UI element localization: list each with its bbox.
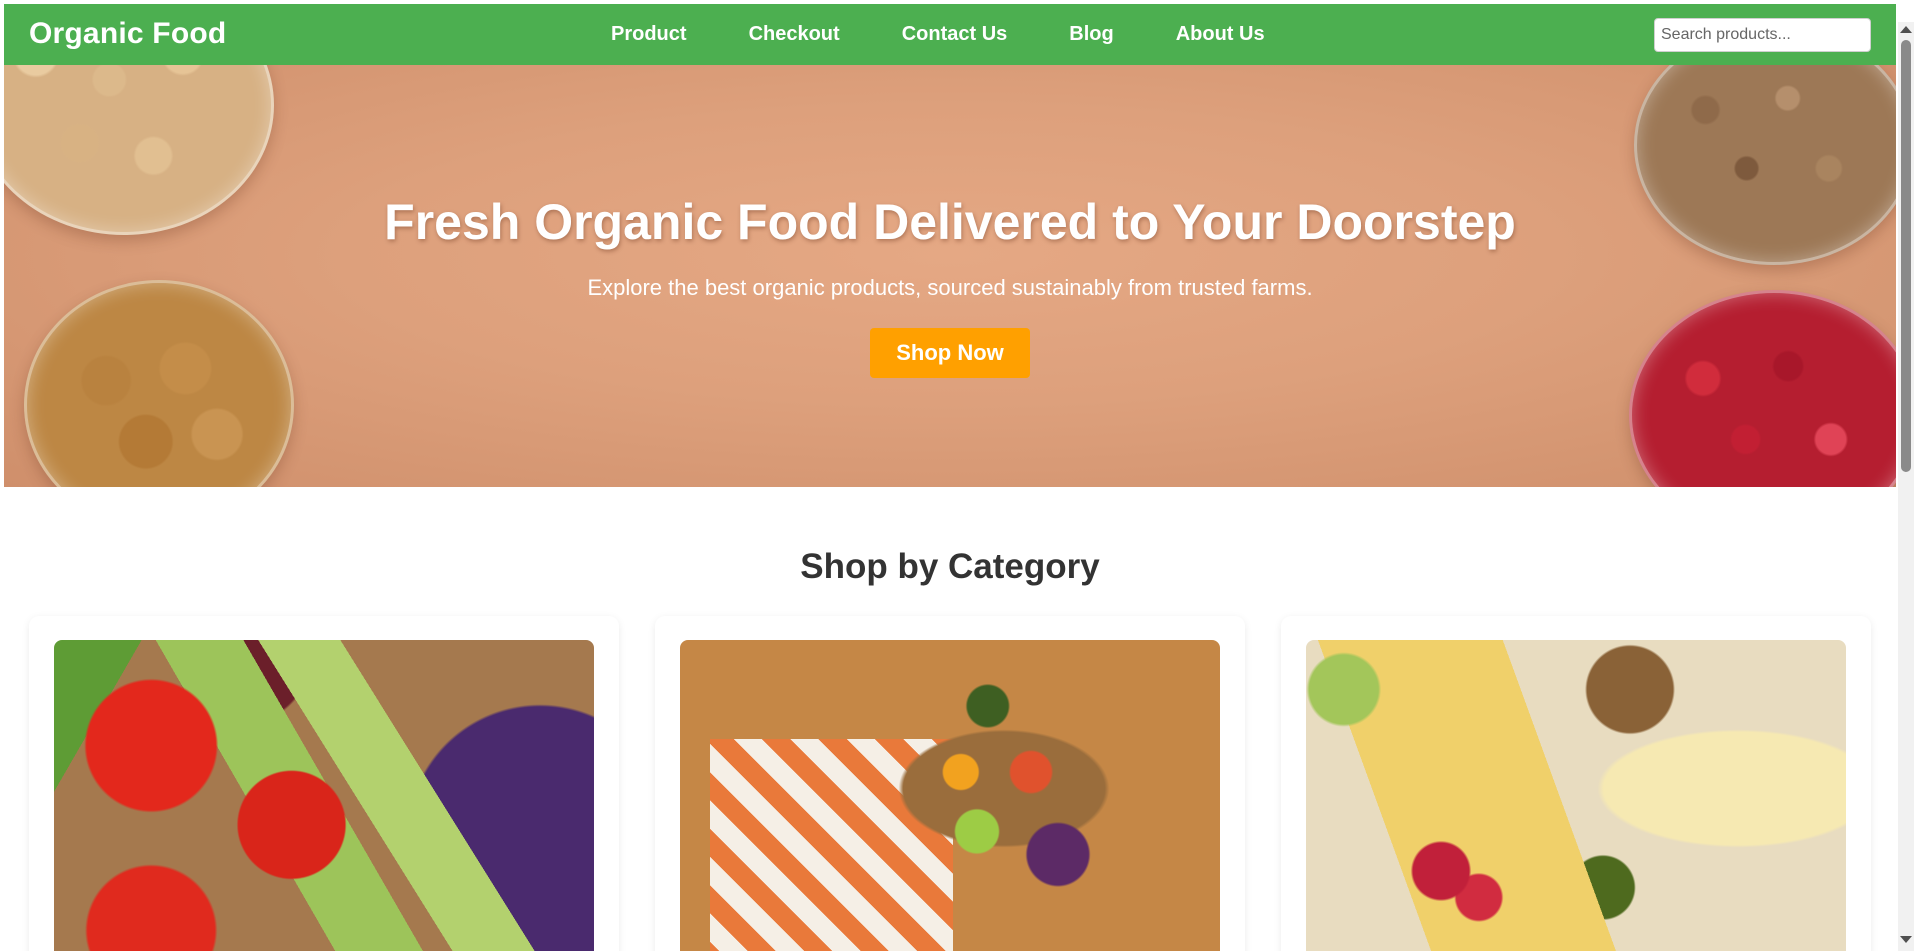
nav-product[interactable]: Product [611, 23, 687, 46]
scrollbar-thumb[interactable] [1901, 40, 1911, 472]
shop-now-button[interactable]: Shop Now [870, 328, 1030, 378]
nav-about-us[interactable]: About Us [1176, 23, 1265, 46]
vegetables-image[interactable] [54, 640, 594, 951]
scroll-down-arrow-icon[interactable] [1900, 936, 1912, 943]
category-card-fruits[interactable] [655, 616, 1245, 951]
page: Organic Food Product Checkout Contact Us… [4, 4, 1896, 951]
cheese-image[interactable] [1306, 640, 1846, 951]
section-title: Shop by Category [800, 547, 1100, 586]
berries-bowl-image [1629, 290, 1896, 487]
category-card-vegetables[interactable] [29, 616, 619, 951]
category-card-dairy[interactable] [1281, 616, 1871, 951]
site-header: Organic Food Product Checkout Contact Us… [4, 4, 1896, 65]
main-nav: Product Checkout Contact Us Blog About U… [611, 4, 1327, 65]
nav-contact-us[interactable]: Contact Us [902, 23, 1008, 46]
scroll-up-arrow-icon[interactable] [1900, 26, 1912, 33]
hero-subtitle: Explore the best organic products, sourc… [587, 275, 1313, 300]
fruits-image[interactable] [680, 640, 1220, 951]
search-input[interactable] [1654, 18, 1871, 52]
hero-banner: Fresh Organic Food Delivered to Your Doo… [4, 65, 1896, 487]
nav-checkout[interactable]: Checkout [749, 23, 840, 46]
nav-blog[interactable]: Blog [1069, 23, 1113, 46]
brand-logo[interactable]: Organic Food [29, 17, 226, 51]
walnut-bowl-image [24, 280, 294, 487]
hero-title: Fresh Organic Food Delivered to Your Doo… [384, 194, 1516, 250]
